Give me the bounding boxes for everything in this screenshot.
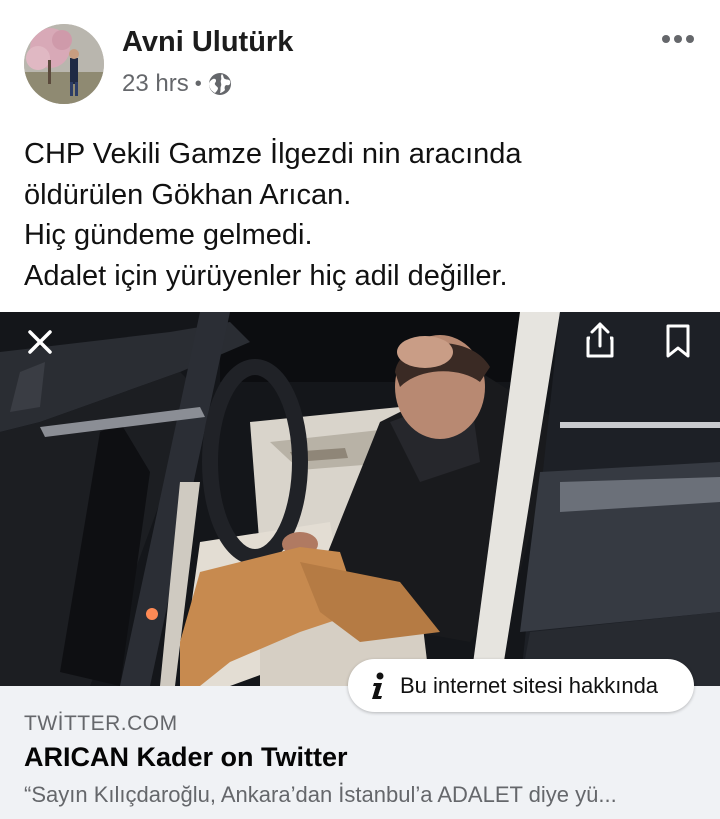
- about-website-label: Bu internet sitesi hakkında: [400, 672, 659, 698]
- close-button[interactable]: [18, 320, 62, 364]
- close-icon: [28, 330, 52, 354]
- post-text-line: CHP Vekili Gamze İlgezdi nin aracında: [24, 138, 522, 170]
- more-options-button[interactable]: [658, 24, 698, 54]
- post-text-line: Hiç gündeme gelmedi.: [24, 219, 313, 251]
- post-meta: 23 hrs •: [122, 70, 232, 98]
- more-horizontal-icon: [662, 35, 694, 43]
- meta-separator: •: [194, 72, 202, 95]
- share-button[interactable]: [580, 318, 620, 362]
- post-time[interactable]: 23 hrs: [122, 70, 189, 98]
- about-website-button[interactable]: Bu internet sitesi hakkında: [348, 659, 694, 712]
- post-text-line: Adalet için yürüyenler hiç adil değiller…: [24, 259, 508, 292]
- post-text: CHP Vekili Gamze İlgezdi nin aracında öl…: [24, 134, 704, 296]
- save-button[interactable]: [660, 320, 696, 360]
- link-domain: TWİTTER.COM: [24, 712, 178, 735]
- post-header: Avni Ulutürk 23 hrs •: [0, 0, 720, 120]
- bookmark-icon: [666, 324, 690, 358]
- post-text-line: öldürülen Gökhan Arıcan.: [24, 178, 352, 211]
- share-icon: [586, 322, 614, 358]
- link-title[interactable]: ARICAN Kader on Twitter: [24, 742, 348, 773]
- globe-icon: [208, 72, 232, 96]
- author-name[interactable]: Avni Ulutürk: [122, 26, 293, 59]
- info-icon: [372, 672, 384, 699]
- car-photo: [0, 312, 720, 686]
- avatar[interactable]: [24, 24, 104, 104]
- link-description: “Sayın Kılıçdaroğlu, Ankara’dan İstanbul…: [24, 782, 617, 807]
- shared-link-image[interactable]: [0, 312, 720, 686]
